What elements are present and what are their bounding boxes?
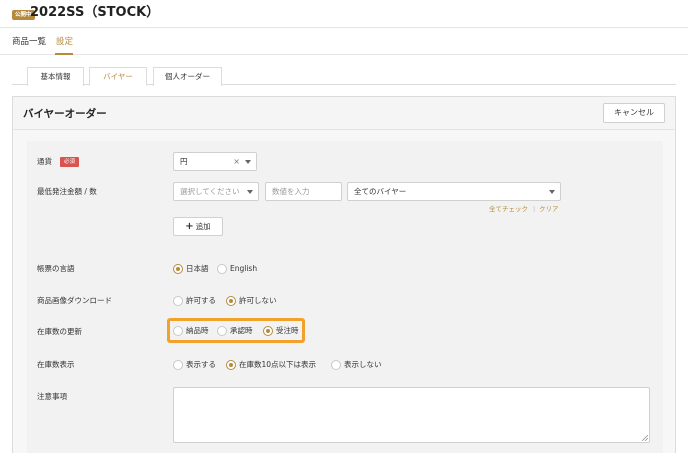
radio-label: 許可する [186,296,216,305]
radio-label: 承認時 [230,326,253,335]
radio-on-delivery[interactable]: 納品時 [173,325,215,337]
form-area: 通貨 必須 円 × 最低発注金額 / 数 選択してください 数値を入力 全てのバ… [27,141,663,453]
panel-title: バイヤーオーダー [23,108,107,120]
radio-unchecked-icon [331,360,341,370]
radio-label: 許可しない [239,296,277,305]
tab-buyer[interactable]: バイヤー [89,67,147,86]
check-all-link[interactable]: 全てチェック [489,205,528,214]
radio-label: 在庫数10点以下は表示 [239,360,317,369]
nav-item-settings[interactable]: 設定 [56,36,73,48]
add-button-label: 追加 [195,222,211,231]
radio-disallow[interactable]: 許可しない [226,295,282,307]
buyer-select-value: 全てのバイヤー [354,187,407,196]
chevron-down-icon [549,190,555,194]
radio-on-approval[interactable]: 承認時 [217,325,259,337]
required-badge: 必須 [60,157,80,167]
currency-select-value: 円 [180,157,188,166]
add-button[interactable]: + 追加 [173,217,223,236]
plus-icon: + [185,221,194,232]
radio-label: 表示しない [344,360,382,369]
radio-unchecked-icon [173,360,183,370]
page-header: 公開中 2022SS（STOCK） [0,0,688,28]
radio-on-order[interactable]: 受注時 [263,325,303,337]
tab-personal-order[interactable]: 個人オーダー [153,67,222,86]
clear-link[interactable]: クリア [539,205,559,214]
chevron-down-icon [245,160,251,164]
radio-checked-icon [226,296,236,306]
notes-label: 注意事項 [37,392,67,401]
min-order-label: 最低発注金額 / 数 [37,187,97,196]
radio-checked-icon [263,326,273,336]
currency-label: 通貨 [37,157,52,166]
radio-allow[interactable]: 許可する [173,295,221,307]
buyer-select[interactable]: 全てのバイヤー [347,182,561,201]
tab-basic-info[interactable]: 基本情報 [27,67,84,86]
nav-active-indicator [55,53,73,55]
min-order-number-input[interactable]: 数値を入力 [265,182,342,201]
nav-item-products[interactable]: 商品一覧 [12,36,46,48]
radio-show[interactable]: 表示する [173,359,221,371]
panel-header: バイヤーオーダー キャンセル [13,97,675,130]
chevron-down-icon [247,190,253,194]
settings-tabs: 基本情報 バイヤー 個人オーダー [12,67,676,86]
min-order-type-select[interactable]: 選択してください [173,182,259,201]
radio-label: 納品時 [186,326,209,335]
min-order-type-placeholder: 選択してください [180,187,240,196]
radio-label: 日本語 [186,264,209,273]
radio-label: 表示する [186,360,216,369]
image-download-label: 商品画像ダウンロード [37,296,112,305]
radio-checked-icon [226,360,236,370]
notes-textarea[interactable] [173,387,650,443]
clear-icon[interactable]: × [233,153,240,170]
radio-unchecked-icon [217,264,227,274]
radio-checked-icon [173,264,183,274]
currency-select[interactable]: 円 × [173,152,257,171]
buyer-order-panel: バイヤーオーダー キャンセル 通貨 必須 円 × 最低発注金額 / 数 選択して… [12,96,676,453]
radio-unchecked-icon [173,326,183,336]
radio-unchecked-icon [217,326,227,336]
link-separator: | [533,205,536,213]
document-language-label: 帳票の言語 [37,264,75,273]
radio-label: 受注時 [276,326,299,335]
radio-japanese[interactable]: 日本語 [173,263,215,275]
radio-label: English [230,264,258,273]
page-title: 2022SS（STOCK） [30,5,160,20]
cancel-button[interactable]: キャンセル [603,103,665,123]
radio-hide[interactable]: 表示しない [331,359,387,371]
stock-display-label: 在庫数表示 [37,360,75,369]
radio-unchecked-icon [173,296,183,306]
radio-english[interactable]: English [217,263,263,275]
stock-update-label: 在庫数の更新 [37,327,82,336]
top-nav: 商品一覧 設定 [0,28,688,55]
resize-grip-icon[interactable] [642,435,648,441]
min-order-number-placeholder: 数値を入力 [272,187,310,196]
radio-show-under-10[interactable]: 在庫数10点以下は表示 [226,359,326,371]
